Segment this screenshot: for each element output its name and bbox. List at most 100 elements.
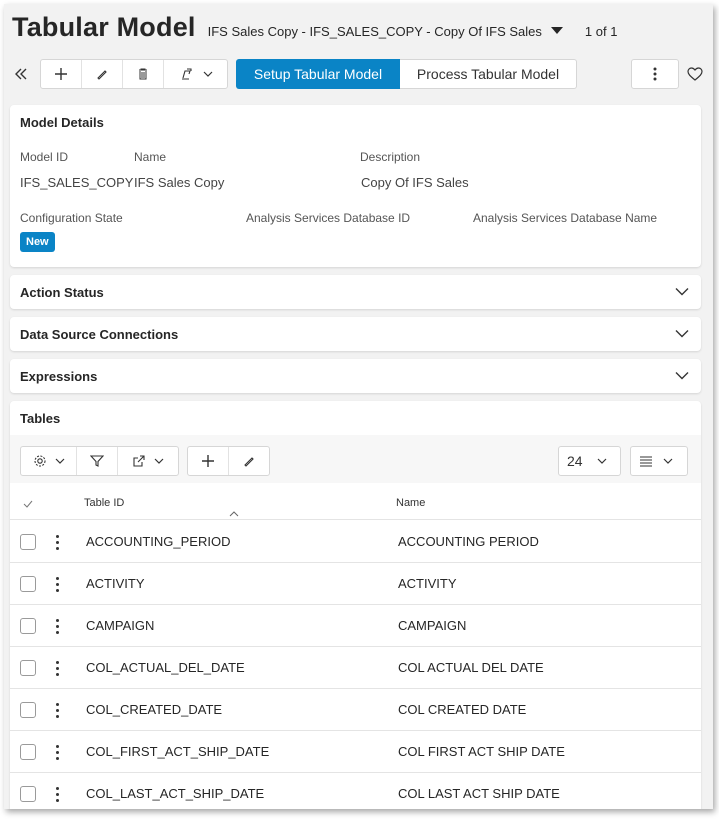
app-frame: Tabular Model IFS Sales Copy - IFS_SALES… — [4, 4, 713, 809]
data-source-connections-section[interactable]: Data Source Connections — [10, 317, 701, 351]
row-menu-icon[interactable] — [54, 533, 62, 551]
name-value: IFS Sales Copy — [134, 175, 225, 190]
plus-icon — [55, 68, 67, 80]
pencil-icon — [243, 457, 254, 467]
model-details-card: Model Details Model ID Name Description … — [10, 105, 701, 267]
edit-button[interactable] — [82, 60, 123, 88]
row-checkbox[interactable] — [20, 744, 36, 760]
chevron-down-icon[interactable] — [675, 371, 689, 380]
table-row[interactable]: ACCOUNTING_PERIOD ACCOUNTING PERIOD — [10, 521, 701, 563]
filter-button[interactable] — [77, 447, 118, 475]
pencil-icon — [97, 70, 107, 80]
row-checkbox[interactable] — [20, 702, 36, 718]
chevron-down-icon[interactable] — [675, 287, 689, 296]
delete-button[interactable] — [123, 60, 164, 88]
as-database-id-label: Analysis Services Database ID — [246, 211, 411, 225]
table-edit-group — [187, 446, 270, 476]
row-checkbox[interactable] — [20, 786, 36, 802]
table-row[interactable]: CAMPAIGN CAMPAIGN — [10, 605, 701, 647]
model-id-label: Model ID — [20, 150, 69, 164]
as-database-name-label: Analysis Services Database Name — [473, 211, 658, 225]
kebab-menu-icon — [653, 67, 657, 81]
page-size-value: 24 — [567, 453, 583, 469]
cell-table-id: ACTIVITY — [86, 576, 145, 591]
expressions-title: Expressions — [20, 369, 98, 384]
cell-name: COL FIRST ACT SHIP DATE — [398, 744, 565, 759]
trash-icon — [139, 68, 147, 80]
chevron-down-icon — [663, 458, 673, 464]
row-menu-icon[interactable] — [54, 701, 62, 719]
status-badge: New — [20, 232, 55, 252]
actions-menu-button[interactable] — [164, 60, 227, 88]
row-menu-icon[interactable] — [54, 743, 62, 761]
favorite-heart-icon[interactable] — [684, 59, 706, 89]
tables-title: Tables — [20, 411, 61, 426]
row-menu-icon[interactable] — [54, 617, 62, 635]
description-label: Description — [360, 150, 421, 164]
table-row[interactable]: COL_CREATED_DATE COL CREATED DATE — [10, 689, 701, 731]
tables-card: Tables 24 Table ID Name ACCOUNTING_PERIO… — [10, 401, 701, 809]
expressions-section[interactable]: Expressions — [10, 359, 701, 393]
cell-name: COL LAST ACT SHIP DATE — [398, 786, 560, 801]
row-checkbox[interactable] — [20, 618, 36, 634]
chevron-down-icon — [597, 458, 607, 464]
page-header: Tabular Model IFS Sales Copy - IFS_SALES… — [12, 12, 617, 52]
stamp-icon — [181, 68, 192, 80]
action-status-section[interactable]: Action Status — [10, 275, 701, 309]
add-row-button[interactable] — [188, 447, 229, 475]
cell-table-id: ACCOUNTING_PERIOD — [86, 534, 231, 549]
cell-table-id: COL_CREATED_DATE — [86, 702, 223, 717]
chevron-down-icon[interactable] — [675, 329, 689, 338]
add-button[interactable] — [41, 60, 82, 88]
process-tabular-model-button[interactable]: Process Tabular Model — [400, 59, 577, 89]
table-row[interactable]: ACTIVITY ACTIVITY — [10, 563, 701, 605]
row-menu-icon[interactable] — [54, 785, 62, 803]
record-count: 1 of 1 — [584, 24, 618, 39]
row-checkbox[interactable] — [20, 534, 36, 550]
collapse-navigator-icon[interactable] — [8, 59, 34, 89]
record-actions-group — [40, 59, 228, 89]
row-checkbox[interactable] — [20, 660, 36, 676]
row-checkbox[interactable] — [20, 576, 36, 592]
action-status-title: Action Status — [20, 285, 104, 300]
table-settings-button[interactable] — [21, 447, 77, 475]
page-size-select[interactable]: 24 — [558, 446, 621, 476]
view-density-select[interactable] — [630, 446, 688, 476]
cell-name: ACCOUNTING PERIOD — [398, 534, 539, 549]
edit-row-button[interactable] — [229, 447, 270, 475]
more-options-button[interactable] — [631, 59, 679, 89]
cell-table-id: COL_LAST_ACT_SHIP_DATE — [86, 786, 265, 801]
export-icon — [133, 455, 145, 467]
record-selector[interactable]: IFS Sales Copy - IFS_SALES_COPY - Copy O… — [208, 24, 542, 39]
cell-table-id: COL_ACTUAL_DEL_DATE — [86, 660, 245, 675]
select-all-check-icon[interactable] — [23, 500, 33, 508]
chevron-down-icon — [154, 458, 164, 464]
filter-icon — [90, 455, 104, 467]
gear-icon — [33, 455, 46, 467]
row-menu-icon[interactable] — [54, 659, 62, 677]
sort-ascending-icon[interactable] — [229, 511, 239, 517]
table-row[interactable]: COL_ACTUAL_DEL_DATE COL ACTUAL DEL DATE — [10, 647, 701, 689]
name-label: Name — [134, 150, 167, 164]
data-source-connections-title: Data Source Connections — [20, 327, 179, 342]
table-row[interactable]: COL_LAST_ACT_SHIP_DATE COL LAST ACT SHIP … — [10, 773, 701, 809]
table-row[interactable]: COL_FIRST_ACT_SHIP_DATE COL FIRST ACT SHI… — [10, 731, 701, 773]
cell-name: ACTIVITY — [398, 576, 457, 591]
export-button[interactable] — [118, 447, 178, 475]
cell-name: COL ACTUAL DEL DATE — [398, 660, 544, 675]
cell-table-id: CAMPAIGN — [86, 618, 155, 633]
plus-icon — [201, 455, 214, 467]
cell-table-id: COL_FIRST_ACT_SHIP_DATE — [86, 744, 270, 759]
cell-name: CAMPAIGN — [398, 618, 467, 633]
model-details-title: Model Details — [20, 115, 104, 130]
setup-tabular-model-button[interactable]: Setup Tabular Model — [236, 59, 400, 89]
row-menu-icon[interactable] — [54, 575, 62, 593]
configuration-state-label: Configuration State — [20, 211, 123, 225]
chevron-down-icon — [55, 458, 64, 464]
record-dropdown-icon[interactable] — [550, 27, 563, 34]
description-value: Copy Of IFS Sales — [361, 175, 469, 190]
list-view-icon — [640, 456, 652, 467]
column-header-name[interactable]: Name — [396, 497, 425, 509]
table-header: Table ID Name — [10, 483, 701, 520]
column-header-table-id[interactable]: Table ID — [84, 497, 124, 509]
